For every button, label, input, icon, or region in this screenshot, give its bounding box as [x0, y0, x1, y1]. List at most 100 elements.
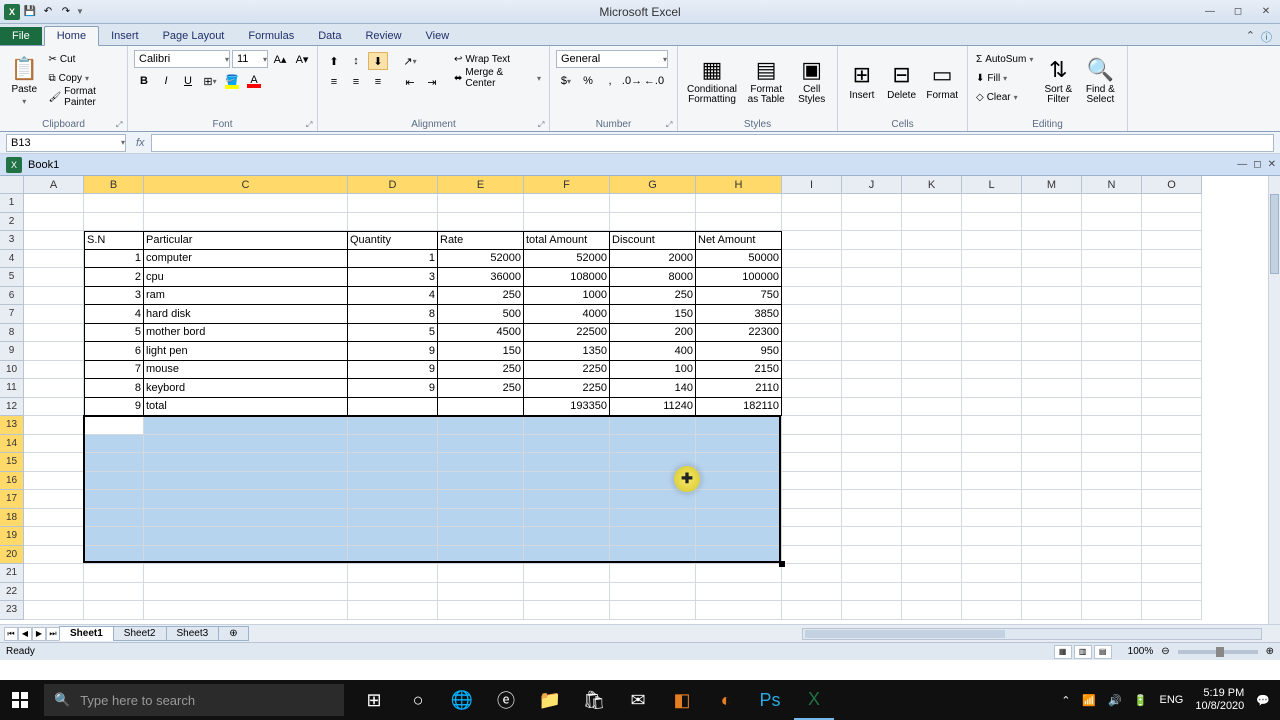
cell-B11[interactable]: 8: [84, 379, 144, 398]
cell-M6[interactable]: [1022, 287, 1082, 306]
cell-N14[interactable]: [1082, 435, 1142, 454]
cell-C16[interactable]: [144, 472, 348, 491]
cell-N20[interactable]: [1082, 546, 1142, 565]
cell-C6[interactable]: ram: [144, 287, 348, 306]
page-layout-view-button[interactable]: ▥: [1074, 645, 1092, 659]
cell-K16[interactable]: [902, 472, 962, 491]
cell-E23[interactable]: [438, 601, 524, 620]
cell-C13[interactable]: [144, 416, 348, 435]
cell-O20[interactable]: [1142, 546, 1202, 565]
cell-O15[interactable]: [1142, 453, 1202, 472]
row-headers[interactable]: 1234567891011121314151617181920212223: [0, 194, 24, 620]
start-button[interactable]: [0, 680, 40, 720]
sheet-tab-1[interactable]: Sheet1: [59, 626, 114, 641]
row-header-19[interactable]: 19: [0, 527, 24, 546]
col-header-O[interactable]: O: [1142, 176, 1202, 194]
taskbar-clock[interactable]: 5:19 PM 10/8/2020: [1195, 687, 1244, 713]
sheet-nav-first[interactable]: ⏮: [4, 627, 18, 641]
cell-I1[interactable]: [782, 194, 842, 213]
cell-H23[interactable]: [696, 601, 782, 620]
col-header-H[interactable]: H: [696, 176, 782, 194]
cell-M21[interactable]: [1022, 564, 1082, 583]
align-right-button[interactable]: ≡: [368, 73, 388, 91]
cell-C7[interactable]: hard disk: [144, 305, 348, 324]
cell-I21[interactable]: [782, 564, 842, 583]
cell-M23[interactable]: [1022, 601, 1082, 620]
row-header-21[interactable]: 21: [0, 564, 24, 583]
cell-L19[interactable]: [962, 527, 1022, 546]
cell-K10[interactable]: [902, 361, 962, 380]
zoom-out-button[interactable]: ⊖: [1161, 646, 1169, 657]
cell-E15[interactable]: [438, 453, 524, 472]
cell-E7[interactable]: 500: [438, 305, 524, 324]
cell-B19[interactable]: [84, 527, 144, 546]
cell-N2[interactable]: [1082, 213, 1142, 232]
cell-G21[interactable]: [610, 564, 696, 583]
cell-E13[interactable]: [438, 416, 524, 435]
cell-K1[interactable]: [902, 194, 962, 213]
cell-B21[interactable]: [84, 564, 144, 583]
cell-G3[interactable]: Discount: [610, 231, 696, 250]
cell-C22[interactable]: [144, 583, 348, 602]
cell-A8[interactable]: [24, 324, 84, 343]
cell-O12[interactable]: [1142, 398, 1202, 417]
cell-H20[interactable]: [696, 546, 782, 565]
cell-C9[interactable]: light pen: [144, 342, 348, 361]
cell-N1[interactable]: [1082, 194, 1142, 213]
minimize-ribbon-icon[interactable]: ⌃: [1246, 29, 1255, 45]
cell-C19[interactable]: [144, 527, 348, 546]
cell-E1[interactable]: [438, 194, 524, 213]
sheet-nav-prev[interactable]: ◀: [18, 627, 32, 641]
increase-indent-button[interactable]: ⇥: [422, 73, 442, 91]
cell-O9[interactable]: [1142, 342, 1202, 361]
undo-icon[interactable]: ↶: [40, 4, 56, 20]
cell-D9[interactable]: 9: [348, 342, 438, 361]
col-header-L[interactable]: L: [962, 176, 1022, 194]
shrink-font-button[interactable]: A▾: [292, 50, 312, 68]
cell-A17[interactable]: [24, 490, 84, 509]
cell-H19[interactable]: [696, 527, 782, 546]
cell-K2[interactable]: [902, 213, 962, 232]
col-header-G[interactable]: G: [610, 176, 696, 194]
row-header-11[interactable]: 11: [0, 379, 24, 398]
cell-C10[interactable]: mouse: [144, 361, 348, 380]
col-header-B[interactable]: B: [84, 176, 144, 194]
cell-H3[interactable]: Net Amount: [696, 231, 782, 250]
cell-K8[interactable]: [902, 324, 962, 343]
cell-I16[interactable]: [782, 472, 842, 491]
row-header-4[interactable]: 4: [0, 250, 24, 269]
cell-A12[interactable]: [24, 398, 84, 417]
cell-E18[interactable]: [438, 509, 524, 528]
cell-L9[interactable]: [962, 342, 1022, 361]
cell-J8[interactable]: [842, 324, 902, 343]
cell-A15[interactable]: [24, 453, 84, 472]
tray-expand-icon[interactable]: ⌃: [1061, 694, 1070, 707]
cell-B9[interactable]: 6: [84, 342, 144, 361]
cell-I17[interactable]: [782, 490, 842, 509]
cell-N23[interactable]: [1082, 601, 1142, 620]
cell-H7[interactable]: 3850: [696, 305, 782, 324]
cell-F1[interactable]: [524, 194, 610, 213]
cell-N3[interactable]: [1082, 231, 1142, 250]
cell-D14[interactable]: [348, 435, 438, 454]
cell-G11[interactable]: 140: [610, 379, 696, 398]
decrease-decimal-button[interactable]: ←.0: [644, 72, 664, 90]
cell-B14[interactable]: [84, 435, 144, 454]
cell-K3[interactable]: [902, 231, 962, 250]
cell-A5[interactable]: [24, 268, 84, 287]
cell-C23[interactable]: [144, 601, 348, 620]
cell-M2[interactable]: [1022, 213, 1082, 232]
font-name-combo[interactable]: Calibri▾: [134, 50, 230, 68]
cell-F18[interactable]: [524, 509, 610, 528]
cell-K12[interactable]: [902, 398, 962, 417]
cell-K23[interactable]: [902, 601, 962, 620]
tab-review[interactable]: Review: [353, 27, 413, 45]
cell-B15[interactable]: [84, 453, 144, 472]
cell-K17[interactable]: [902, 490, 962, 509]
font-color-button[interactable]: A: [244, 72, 264, 90]
cell-H8[interactable]: 22300: [696, 324, 782, 343]
tab-insert[interactable]: Insert: [99, 27, 151, 45]
underline-button[interactable]: U: [178, 72, 198, 90]
row-header-9[interactable]: 9: [0, 342, 24, 361]
tray-volume-icon[interactable]: 🔊: [1108, 694, 1122, 707]
